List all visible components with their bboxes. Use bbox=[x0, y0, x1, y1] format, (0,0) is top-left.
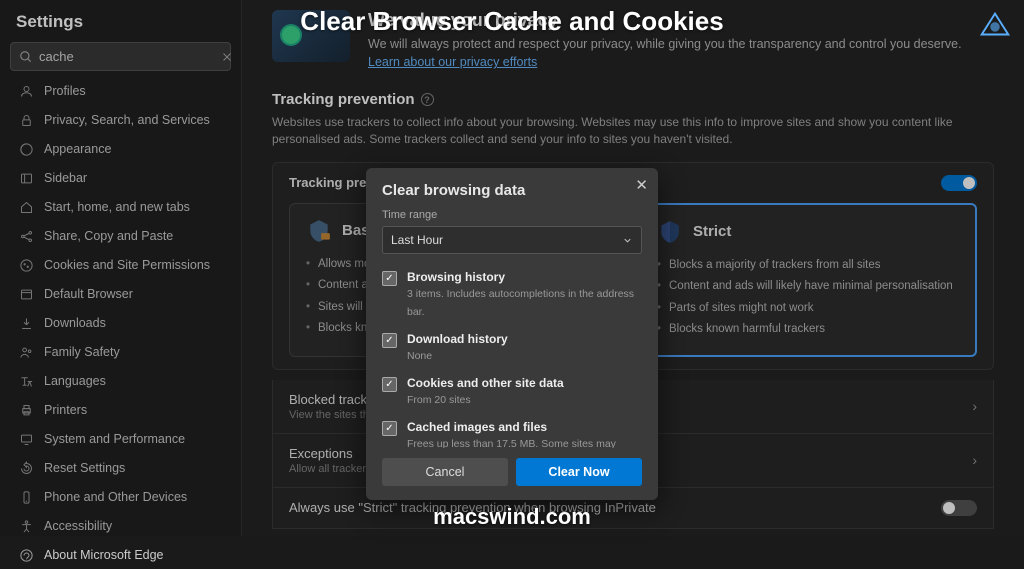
option-sub: From 20 sites bbox=[407, 394, 471, 406]
checkbox[interactable] bbox=[382, 333, 397, 348]
clear-option-browsing-history[interactable]: Browsing history 3 items. Includes autoco… bbox=[382, 264, 636, 326]
sidebar-item-about-microsoft-edge[interactable]: About Microsoft Edge bbox=[10, 541, 231, 569]
checkbox[interactable] bbox=[382, 377, 397, 392]
modal-title: Clear browsing data bbox=[382, 182, 642, 199]
clear-option-download-history[interactable]: Download history None bbox=[382, 326, 636, 370]
sidebar-item-label: About Microsoft Edge bbox=[44, 548, 164, 562]
time-range-select[interactable]: Last Hour bbox=[382, 226, 642, 254]
option-title: Browsing history bbox=[407, 270, 636, 284]
option-title: Download history bbox=[407, 332, 508, 346]
option-title: Cookies and other site data bbox=[407, 376, 564, 390]
clear-option-cookies-and-other-site-data[interactable]: Cookies and other site data From 20 sites bbox=[382, 370, 636, 414]
option-sub: None bbox=[407, 350, 432, 362]
clear-data-modal: ✕ Clear browsing data Time range Last Ho… bbox=[366, 168, 658, 500]
clear-now-button[interactable]: Clear Now bbox=[516, 458, 642, 486]
chevron-down-icon bbox=[622, 235, 633, 246]
site-logo bbox=[976, 6, 1014, 44]
time-range-label: Time range bbox=[382, 209, 642, 221]
close-icon[interactable]: ✕ bbox=[635, 176, 648, 194]
checkbox[interactable] bbox=[382, 421, 397, 436]
modal-backdrop: ✕ Clear browsing data Time range Last Ho… bbox=[0, 0, 1024, 536]
option-sub: Frees up less than 17.5 MB. Some sites m… bbox=[407, 438, 616, 448]
clear-option-cached-images-and-files[interactable]: Cached images and files Frees up less tha… bbox=[382, 414, 636, 448]
option-title: Cached images and files bbox=[407, 420, 636, 434]
option-sub: 3 items. Includes autocompletions in the… bbox=[407, 288, 634, 318]
about-icon bbox=[18, 547, 34, 563]
checkbox[interactable] bbox=[382, 271, 397, 286]
cancel-button[interactable]: Cancel bbox=[382, 458, 508, 486]
